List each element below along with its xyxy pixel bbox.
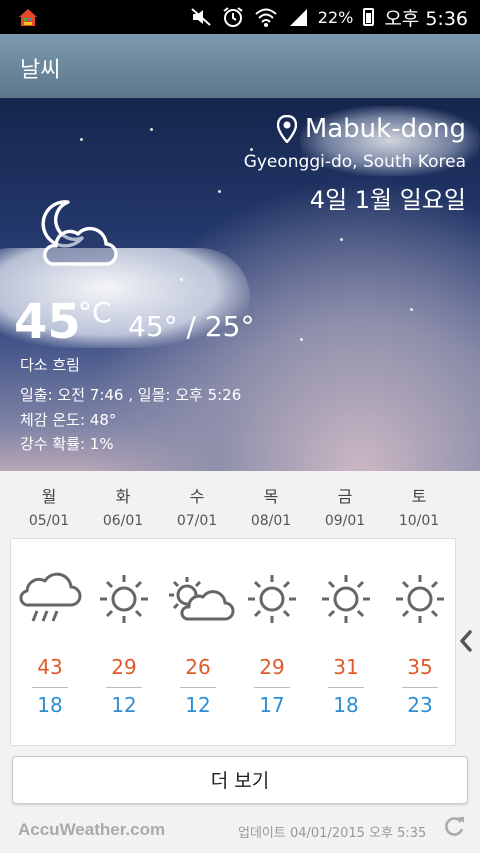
refresh-icon[interactable]	[442, 814, 466, 838]
forecast-low: 12	[111, 693, 137, 717]
forecast-day: 목	[263, 487, 279, 506]
divider	[254, 687, 290, 688]
forecast-date: 10/01	[398, 513, 440, 529]
star	[410, 308, 413, 311]
forecast-day: 화	[115, 487, 131, 506]
clock: 오후 5:36	[384, 7, 468, 30]
current-temperature: 45	[14, 294, 81, 350]
location-pin-icon	[276, 115, 297, 143]
location-region: Gyeonggi-do, South Korea	[243, 152, 466, 172]
sun-icon	[396, 575, 444, 623]
mute-icon	[191, 8, 211, 26]
forecast-date: 06/01	[102, 513, 144, 529]
star	[180, 278, 183, 281]
forecast-low: 12	[185, 693, 211, 717]
chevron-left-icon[interactable]	[456, 626, 476, 656]
forecast-low: 17	[259, 693, 285, 717]
star	[80, 138, 83, 141]
more-button[interactable]: 더 보기	[12, 756, 468, 804]
forecast-high: 29	[111, 655, 137, 679]
star	[300, 338, 303, 341]
forecast-high: 26	[185, 655, 211, 679]
sunrise-sunset: 일출: 오전 7:46 , 일몰: 오후 5:26	[20, 386, 242, 404]
divider	[32, 687, 68, 688]
star	[150, 128, 153, 131]
location[interactable]: Mabuk-dong	[276, 114, 466, 144]
forecast-low: 23	[407, 693, 433, 717]
forecast-high: 35	[407, 655, 433, 679]
moon-cloud-icon	[41, 200, 118, 266]
divider	[180, 687, 216, 688]
star	[340, 238, 343, 241]
forecast-high: 31	[333, 655, 359, 679]
sun-cloud-icon	[169, 577, 235, 621]
precipitation-chance: 강수 확률: 1%	[20, 435, 114, 453]
forecast-day: 월	[41, 487, 57, 506]
sun-icon	[100, 575, 148, 623]
accuweather-logo[interactable]: AccuWeather.com	[18, 820, 165, 840]
star	[218, 190, 221, 193]
sun-icon	[248, 575, 296, 623]
action-bar: 날씨	[0, 34, 480, 98]
current-weather-panel[interactable]: Mabuk-dong Gyeonggi-do, South Korea 4일 1…	[0, 98, 480, 471]
forecast-date: 09/01	[324, 513, 366, 529]
forecast-day: 수	[189, 487, 205, 506]
forecast-date: 05/01	[28, 513, 70, 529]
divider	[328, 687, 364, 688]
battery-icon	[363, 8, 375, 26]
forecast-header: 월 화 수 목 금 토 05/01 06/01 07/01 08/01 09/0…	[0, 471, 480, 539]
forecast-high: 29	[259, 655, 285, 679]
temperature-unit: °C	[78, 296, 112, 329]
divider	[402, 687, 438, 688]
sun-icon	[322, 575, 370, 623]
forecast-date: 07/01	[176, 513, 218, 529]
forecast-day: 토	[411, 487, 427, 506]
condition-text: 다소 흐림	[20, 356, 80, 374]
alarm-icon	[223, 7, 243, 27]
app-title: 날씨	[20, 58, 61, 83]
status-bar: 22% 오후 5:36	[0, 0, 480, 34]
update-time: 업데이트 04/01/2015 오후 5:35	[238, 826, 427, 841]
wifi-icon	[255, 8, 277, 27]
home-app-icon	[19, 9, 37, 26]
rain-icon	[19, 572, 82, 622]
forecast-date: 08/01	[250, 513, 292, 529]
signal-icon	[289, 9, 307, 26]
current-date: 4일 1월 일요일	[309, 186, 466, 214]
forecast-low: 18	[333, 693, 359, 717]
star	[250, 148, 253, 151]
high-low-temperature: 45° / 25°	[128, 310, 255, 343]
location-name: Mabuk-dong	[304, 114, 466, 144]
divider	[106, 687, 142, 688]
forecast-low: 18	[37, 693, 63, 717]
forecast-panel[interactable]: 43 29 26 29 31 35 18 12 12 17 18 23	[10, 538, 456, 746]
feels-like: 체감 온도: 48°	[20, 411, 117, 429]
forecast-high: 43	[37, 655, 63, 679]
forecast-day: 금	[337, 487, 353, 506]
battery-percent: 22%	[317, 7, 354, 27]
